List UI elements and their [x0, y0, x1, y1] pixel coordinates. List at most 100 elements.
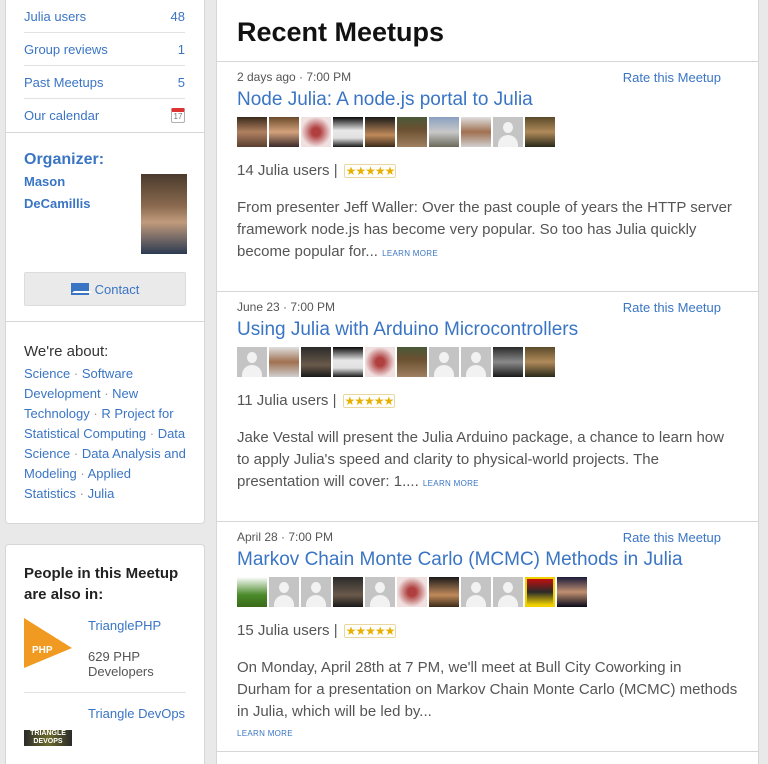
contact-button-label: Contact [94, 281, 140, 297]
recent-meetups-panel: Recent Meetups 2 days ago · 7:00 PM Rate … [216, 0, 759, 764]
envelope-icon [70, 283, 92, 295]
topics-list: Science · Software Development · New Tec… [24, 364, 186, 504]
topic-separator: · [70, 366, 82, 381]
stat-row-julia-users[interactable]: Julia users 48 [24, 0, 185, 33]
learn-more-link[interactable]: LEARN MORE [237, 723, 738, 745]
about-section: We're about: Science · Software Developm… [6, 322, 204, 524]
attendee-avatar[interactable] [269, 117, 299, 147]
star-rating-icon: ★★★★★ [343, 163, 397, 178]
attendee-avatar[interactable] [525, 117, 555, 147]
description-text: From presenter Jeff Waller: Over the pas… [237, 199, 732, 260]
star-rating-icon: ★★★★★ [342, 393, 396, 408]
trianglephp-logo[interactable]: PHP [24, 618, 72, 668]
attendee-count: 15 Julia users | [237, 622, 338, 639]
default-avatar-icon[interactable] [429, 347, 459, 377]
meetup-title-link[interactable]: Markov Chain Monte Carlo (MCMC) Methods … [237, 549, 738, 571]
related-group-item[interactable]: PHP TrianglePHP 629 PHP Developers [24, 605, 186, 693]
organizer-avatar[interactable] [141, 174, 187, 254]
topic-link[interactable]: Science [24, 366, 70, 381]
attendee-avatar[interactable] [397, 347, 427, 377]
sidebar: Julia users 48 Group reviews 1 Past Meetups 5… [5, 0, 205, 764]
description-text: Jake Vestal will present the Julia Ardui… [237, 429, 724, 490]
attendee-avatar[interactable] [493, 347, 523, 377]
rate-meetup-link[interactable]: Rate this Meetup [623, 300, 721, 315]
attendee-avatar[interactable] [461, 117, 491, 147]
meetup-rsvp: 15 Julia users | ★★★★★ [237, 622, 738, 639]
topic-separator: · [70, 446, 82, 461]
attendee-avatar[interactable] [429, 577, 459, 607]
meetups-list: 2 days ago · 7:00 PM Rate this Meetup Node… [217, 62, 758, 752]
group-logo-text: TRIANGLE DEVOPS [30, 730, 66, 745]
meetup-rsvp: 14 Julia users | ★★★★★ [237, 162, 738, 179]
default-avatar-icon[interactable] [365, 577, 395, 607]
attendee-avatar[interactable] [333, 347, 363, 377]
attendee-avatar[interactable] [397, 117, 427, 147]
default-avatar-icon[interactable] [301, 577, 331, 607]
stat-count: 5 [177, 74, 185, 90]
stat-label: Julia users [24, 8, 87, 24]
calendar-icon: 17 [171, 108, 185, 123]
stat-row-past-meetups[interactable]: Past Meetups 5 [24, 66, 185, 99]
meetup-description: On Monday, April 28th at 7 PM, we'll mee… [237, 657, 738, 745]
attendee-avatar[interactable] [429, 117, 459, 147]
attendee-avatar[interactable] [525, 347, 555, 377]
rate-meetup-link[interactable]: Rate this Meetup [623, 530, 721, 545]
attendee-avatar[interactable] [237, 117, 267, 147]
meetup-item: 2 days ago · 7:00 PM Rate this Meetup Node… [217, 62, 758, 292]
default-avatar-icon[interactable] [237, 347, 267, 377]
attendee-avatar[interactable] [557, 577, 587, 607]
attendee-avatars [237, 117, 738, 147]
attendee-avatar[interactable] [365, 117, 395, 147]
related-group-item[interactable]: TRIANGLE DEVOPS Triangle DevOps [24, 693, 186, 759]
topic-separator: · [76, 466, 88, 481]
attendee-avatar[interactable] [333, 577, 363, 607]
group-name-link[interactable]: Triangle DevOps [88, 706, 185, 721]
learn-more-link[interactable]: LEARN MORE [382, 249, 438, 258]
group-logo-text: PHP [32, 645, 53, 656]
default-avatar-icon[interactable] [461, 577, 491, 607]
stat-label: Group reviews [24, 41, 108, 57]
rate-meetup-link[interactable]: Rate this Meetup [623, 70, 721, 85]
default-avatar-icon[interactable] [461, 347, 491, 377]
meetup-title-link[interactable]: Using Julia with Arduino Microcontroller… [237, 319, 738, 341]
attendee-avatars [237, 347, 738, 377]
learn-more-link[interactable]: LEARN MORE [423, 479, 479, 488]
default-avatar-icon[interactable] [269, 577, 299, 607]
attendee-avatar[interactable] [301, 347, 331, 377]
related-groups-panel: People in this Meetup are also in: PHP Tr… [5, 544, 205, 764]
group-info-panel: Julia users 48 Group reviews 1 Past Meetups 5… [5, 0, 205, 524]
meetup-description: From presenter Jeff Waller: Over the pas… [237, 197, 738, 265]
meetup-description: Jake Vestal will present the Julia Ardui… [237, 427, 738, 495]
attendee-avatar[interactable] [269, 347, 299, 377]
stat-label: Past Meetups [24, 74, 104, 90]
organizer-heading: Organizer: [24, 151, 105, 168]
stat-row-our-calendar[interactable]: Our calendar 17 [24, 99, 185, 132]
contact-button[interactable]: Contact [24, 272, 186, 306]
attendee-avatar[interactable] [237, 577, 267, 607]
page-title: Recent Meetups [217, 0, 758, 62]
meetup-title-link[interactable]: Node Julia: A node.js portal to Julia [237, 89, 738, 111]
attendee-avatar[interactable] [365, 347, 395, 377]
meetup-rsvp: 11 Julia users | ★★★★★ [237, 392, 738, 409]
group-name-link[interactable]: TrianglePHP [88, 618, 186, 633]
attendee-avatar[interactable] [301, 117, 331, 147]
attendee-avatar[interactable] [333, 117, 363, 147]
topic-separator: · [76, 486, 88, 501]
meetup-item: June 23 · 7:00 PM Rate this Meetup Using J… [217, 292, 758, 522]
topic-separator: · [146, 426, 158, 441]
related-groups-list: PHP TrianglePHP 629 PHP Developers TRIANGLE… [24, 605, 186, 759]
stat-label: Our calendar [24, 108, 100, 123]
stats-list: Julia users 48 Group reviews 1 Past Meetups 5… [6, 0, 204, 132]
attendee-avatar[interactable] [525, 577, 555, 607]
description-text: On Monday, April 28th at 7 PM, we'll mee… [237, 659, 738, 720]
related-groups-heading: People in this Meetup are also in: [24, 565, 179, 603]
stat-row-group-reviews[interactable]: Group reviews 1 [24, 33, 185, 66]
attendee-avatar[interactable] [397, 577, 427, 607]
default-avatar-icon[interactable] [493, 577, 523, 607]
attendee-avatars [237, 577, 738, 607]
topic-link[interactable]: Julia [88, 486, 115, 501]
default-avatar-icon[interactable] [493, 117, 523, 147]
group-info: Triangle DevOps [88, 706, 185, 746]
organizer-name-link[interactable]: Mason DeCamillis [24, 171, 124, 215]
triangle-devops-logo[interactable]: TRIANGLE DEVOPS [24, 730, 72, 746]
